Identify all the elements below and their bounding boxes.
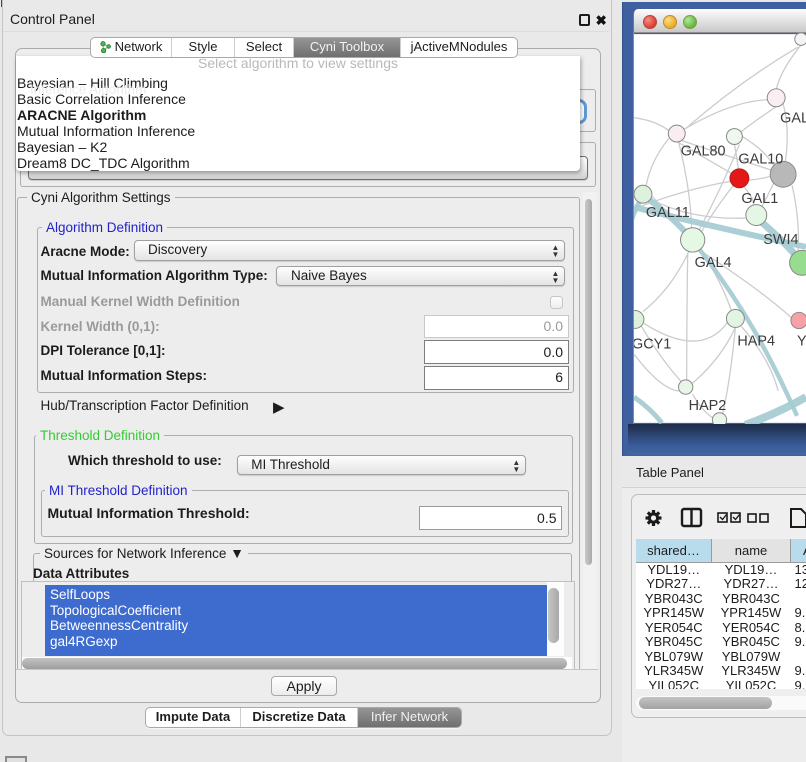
svg-text:HAP4: HAP4: [737, 333, 775, 349]
svg-text:GCY1: GCY1: [633, 336, 671, 352]
svg-text:GAL10: GAL10: [738, 151, 783, 167]
svg-text:YJ: YJ: [797, 333, 806, 349]
svg-text:GAL11: GAL11: [646, 205, 690, 221]
svg-text:SWI4: SWI4: [763, 232, 798, 248]
svg-text:GAL4: GAL4: [695, 255, 732, 271]
svg-text:GAL7: GAL7: [780, 111, 806, 127]
svg-text:HAP2: HAP2: [689, 398, 727, 414]
svg-text:GAL1: GAL1: [741, 191, 778, 207]
svg-text:GAL80: GAL80: [681, 143, 726, 159]
